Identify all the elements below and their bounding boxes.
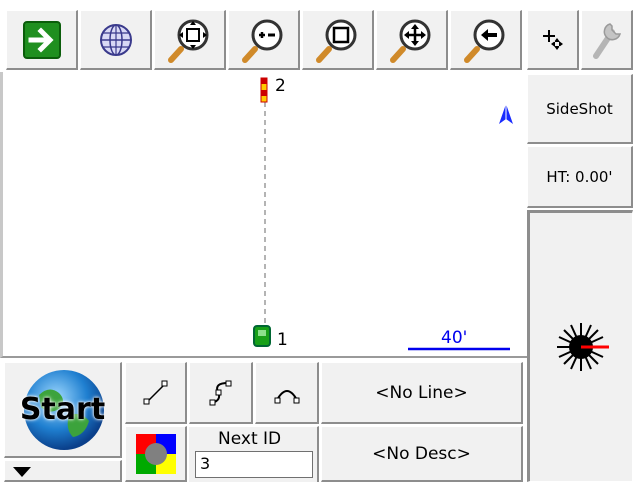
map-view[interactable]: 2 1 40'	[0, 72, 527, 358]
line-icon	[141, 378, 171, 408]
scale-label: 40'	[441, 328, 468, 348]
measure-target-button[interactable]	[527, 210, 633, 482]
next-id-input[interactable]: 3	[195, 451, 313, 478]
zoom-previous-button[interactable]	[450, 10, 522, 70]
point-2-label: 2	[275, 76, 286, 96]
point-2-marker	[260, 77, 268, 103]
line-tool-button[interactable]	[125, 362, 187, 424]
crosshair-button[interactable]	[527, 10, 579, 70]
zoom-out-icon	[241, 17, 287, 63]
desc-label: <No Desc>	[372, 443, 471, 464]
curve-tool-button[interactable]	[189, 362, 253, 424]
start-label: Start	[19, 392, 106, 427]
tools-button[interactable]	[581, 10, 633, 70]
sideshot-label: SideShot	[546, 99, 613, 118]
line-label: <No Line>	[375, 382, 468, 403]
height-label: HT: 0.00'	[546, 167, 613, 186]
options-dropdown-button[interactable]	[4, 460, 122, 482]
sideshot-button[interactable]: SideShot	[527, 74, 633, 144]
green-arrow-icon	[22, 20, 62, 60]
zoom-extents-button[interactable]	[154, 10, 226, 70]
pan-button[interactable]	[376, 10, 448, 70]
no-desc-button[interactable]: <No Desc>	[321, 426, 523, 482]
height-button[interactable]: HT: 0.00'	[527, 146, 633, 208]
globe-view-button[interactable]	[80, 10, 152, 70]
color-palette-icon	[134, 432, 178, 476]
chevron-down-icon	[13, 467, 31, 477]
arc-tool-button[interactable]	[255, 362, 319, 424]
zoom-window-button[interactable]	[302, 10, 374, 70]
zoom-previous-icon	[463, 17, 509, 63]
wrench-icon	[590, 20, 624, 60]
no-line-button[interactable]: <No Line>	[321, 362, 523, 424]
crosshair-icon	[541, 28, 565, 52]
zoom-window-icon	[315, 17, 361, 63]
point-1-label: 1	[277, 330, 288, 350]
exit-button[interactable]	[6, 10, 78, 70]
north-arrow-icon	[499, 104, 513, 124]
point-1-marker	[253, 325, 271, 347]
globe-icon	[98, 22, 134, 58]
target-starburst-icon	[551, 317, 611, 377]
next-id-label: Next ID	[218, 429, 282, 449]
color-picker-button[interactable]	[125, 426, 187, 482]
pan-icon	[389, 17, 435, 63]
arc-icon	[272, 378, 302, 408]
zoom-out-button[interactable]	[228, 10, 300, 70]
start-button[interactable]: Start	[4, 362, 122, 458]
spline-icon	[206, 378, 236, 408]
zoom-extents-icon	[167, 17, 213, 63]
